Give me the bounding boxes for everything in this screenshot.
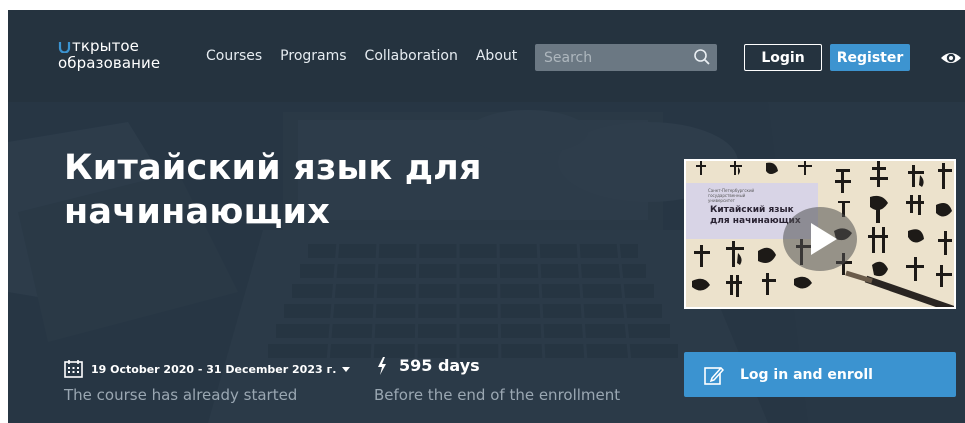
lightning-icon bbox=[378, 356, 386, 375]
nav-collaboration[interactable]: Collaboration bbox=[365, 48, 458, 64]
register-button[interactable]: Register bbox=[830, 44, 910, 71]
logo-mark-icon bbox=[58, 42, 71, 53]
search-icon[interactable] bbox=[693, 48, 711, 66]
top-header: ткрытое образование Courses Programs Col… bbox=[8, 10, 965, 102]
main-nav: Courses Programs Collaboration About bbox=[206, 48, 517, 64]
days-left: 595 days bbox=[399, 356, 480, 375]
search-input[interactable] bbox=[535, 44, 694, 71]
course-title: Китайский язык для начинающих bbox=[64, 148, 482, 232]
logo-line-1: ткрытое bbox=[58, 38, 160, 55]
nav-about[interactable]: About bbox=[476, 48, 517, 64]
site-logo[interactable]: ткрытое образование bbox=[58, 38, 160, 72]
enrollment-countdown: 595 days bbox=[377, 356, 480, 375]
logo-line-2: образование bbox=[58, 54, 161, 72]
course-video-thumbnail[interactable]: Санкт-Петербургский государственный унив… bbox=[684, 159, 956, 309]
days-caption: Before the end of the enrollment bbox=[374, 386, 621, 404]
calendar-icon bbox=[64, 360, 83, 378]
course-status: The course has already started bbox=[64, 386, 298, 404]
course-dates: 19 October 2020 - 31 December 2023 г. bbox=[64, 360, 351, 378]
search-box bbox=[535, 44, 717, 71]
login-button[interactable]: Login bbox=[744, 44, 822, 71]
nav-programs[interactable]: Programs bbox=[280, 48, 346, 64]
edit-icon bbox=[704, 366, 724, 385]
logo-text-1: ткрытое bbox=[72, 37, 140, 55]
page-frame: ткрытое образование Courses Programs Col… bbox=[8, 10, 965, 423]
chevron-down-icon[interactable] bbox=[342, 366, 351, 372]
enroll-button[interactable]: Log in and enroll bbox=[684, 352, 956, 397]
nav-courses[interactable]: Courses bbox=[206, 48, 262, 64]
play-icon[interactable] bbox=[783, 207, 857, 271]
enroll-label: Log in and enroll bbox=[740, 366, 873, 383]
eye-icon[interactable] bbox=[940, 48, 962, 68]
university-caption: Санкт-Петербургский государственный унив… bbox=[708, 188, 755, 203]
course-dates-text: 19 October 2020 - 31 December 2023 г. bbox=[91, 362, 337, 376]
